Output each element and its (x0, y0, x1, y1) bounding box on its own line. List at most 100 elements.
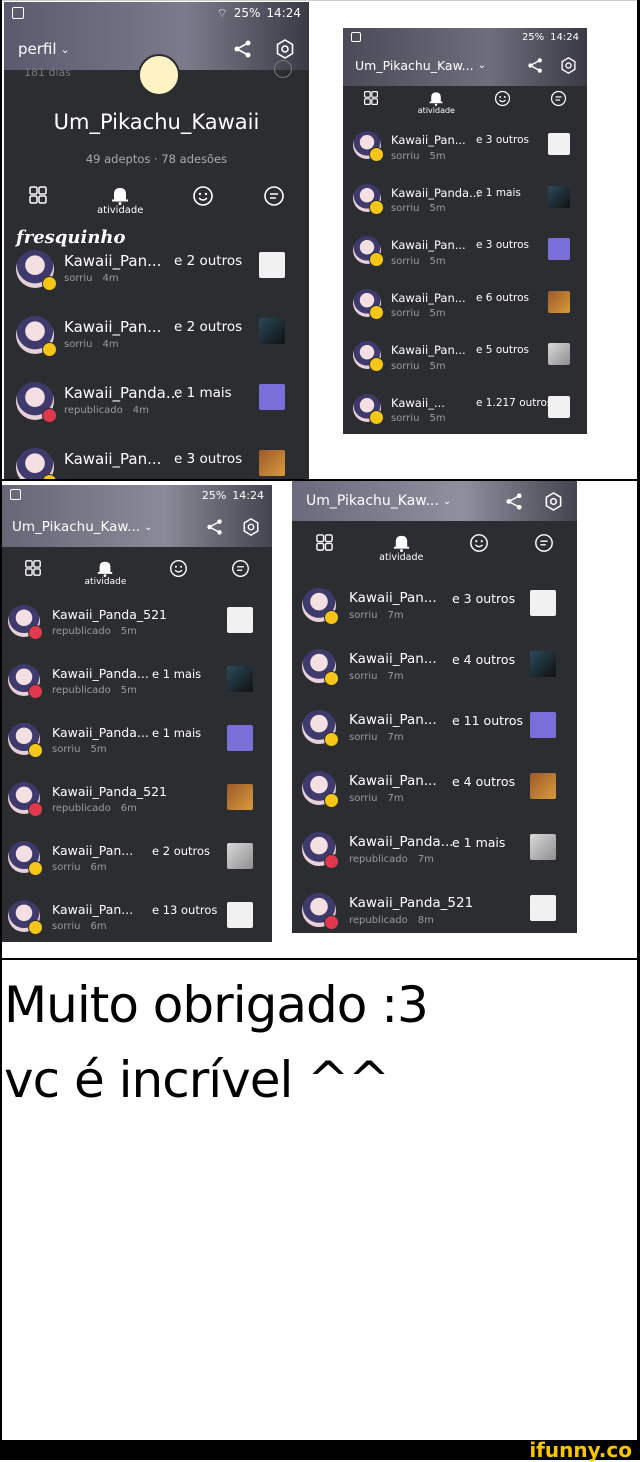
post-thumbnail[interactable] (548, 290, 570, 313)
tab-posts[interactable] (28, 185, 48, 205)
notification-username[interactable]: Kawaii_Panda_521 (349, 895, 473, 911)
post-thumbnail[interactable] (227, 902, 253, 928)
notification-row[interactable]: Kawaii_Pan... e 2 outros sorriu 4m (4, 316, 309, 372)
notification-username[interactable]: Kawaii_Panda... (52, 666, 149, 681)
notification-username[interactable]: Kawaii_Pan... (349, 651, 437, 667)
notification-row[interactable]: Kawaii_Panda... e 1 mais republicado 4m (4, 382, 309, 438)
tab-chats[interactable] (231, 559, 250, 578)
notification-username[interactable]: Kawaii_Pan... (349, 773, 437, 789)
tab-chats[interactable] (534, 533, 554, 553)
notification-row[interactable]: Kawaii_Pan... e 4 outros sorriu 7m (292, 771, 577, 827)
notification-row[interactable]: Kawaii_Panda... e 1 mais republicado 5m (2, 664, 272, 720)
chevron-down-icon[interactable]: ⌄ (478, 60, 486, 71)
notification-username[interactable]: Kawaii_Pan... (52, 902, 133, 917)
notification-username[interactable]: Kawaii_Pan... (391, 133, 466, 147)
notification-username[interactable]: Kawaii_Pan... (391, 343, 466, 357)
header-title[interactable]: Um_Pikachu_Kaw... (12, 519, 140, 535)
notification-username[interactable]: Kawaii_Pan... (349, 712, 437, 728)
notification-row[interactable]: Kawaii_Panda... e 1 mais sorriu 5m (343, 183, 587, 240)
post-thumbnail[interactable] (530, 834, 556, 860)
profile-avatar[interactable] (138, 54, 180, 96)
post-thumbnail[interactable] (227, 843, 253, 869)
notification-username[interactable]: Kawaii_Panda_521 (52, 607, 167, 622)
share-icon[interactable] (206, 518, 224, 536)
post-thumbnail[interactable] (227, 784, 253, 810)
joined-count[interactable]: 78 adesões (161, 152, 227, 166)
info-icon[interactable] (274, 60, 292, 78)
notification-username[interactable]: Kawaii_Panda... (349, 834, 454, 850)
post-thumbnail[interactable] (259, 318, 285, 344)
gear-icon[interactable] (544, 491, 563, 511)
chevron-down-icon[interactable]: ⌄ (144, 522, 152, 533)
tab-chats[interactable] (550, 90, 567, 107)
header-title[interactable]: Um_Pikachu_Kaw... (355, 58, 474, 73)
tab-reactions[interactable] (494, 90, 511, 107)
notification-username[interactable]: Kawaii_Pan... (391, 291, 466, 305)
notification-row[interactable]: Kawaii_Pan... e 5 outros sorriu 5m (343, 341, 587, 397)
tab-activity[interactable]: atividade (418, 90, 455, 115)
post-thumbnail[interactable] (530, 590, 556, 616)
followers-count[interactable]: 49 adeptos (86, 152, 151, 166)
post-thumbnail[interactable] (530, 895, 556, 921)
notification-username[interactable]: Kawaii_... (391, 396, 445, 410)
notification-username[interactable]: Kawaii_Pan... (64, 318, 161, 336)
share-icon[interactable] (527, 57, 544, 74)
notification-username[interactable]: Kawaii_Pan... (391, 238, 466, 252)
notification-row[interactable]: Kawaii_Pan... e 13 outros sorriu 6m (2, 900, 272, 942)
notification-username[interactable]: Kawaii_Pan... (52, 843, 133, 858)
post-thumbnail[interactable] (548, 185, 570, 208)
post-thumbnail[interactable] (530, 712, 556, 738)
tab-reactions[interactable] (192, 185, 214, 207)
chevron-down-icon[interactable]: ⌄ (443, 496, 451, 507)
header-title[interactable]: Um_Pikachu_Kaw... (306, 493, 439, 509)
tab-chats[interactable] (263, 185, 285, 207)
gear-icon[interactable] (560, 56, 577, 74)
post-thumbnail[interactable] (259, 252, 285, 278)
notification-row[interactable]: Kawaii_Pan... e 6 outros sorriu 5m (343, 288, 587, 345)
notification-username[interactable]: Kawaii_Panda... (64, 384, 180, 402)
notification-row[interactable]: Kawaii_Pan... e 3 outros sorriu 5m (343, 131, 587, 187)
notification-row[interactable]: Kawaii_Panda... e 1 mais sorriu 5m (2, 723, 272, 779)
header-title[interactable]: perfil (18, 40, 57, 58)
post-thumbnail[interactable] (227, 725, 253, 751)
notification-username[interactable]: Kawaii_Panda... (52, 725, 149, 740)
post-thumbnail[interactable] (548, 395, 570, 418)
gear-icon[interactable] (242, 518, 260, 536)
notification-row[interactable]: Kawaii_Pan... e 4 outros sorriu 7m (292, 649, 577, 705)
tab-activity[interactable]: atividade (379, 533, 423, 563)
post-thumbnail[interactable] (259, 450, 285, 476)
post-thumbnail[interactable] (548, 238, 570, 260)
notification-row[interactable]: Kawaii_Panda_521 republicado 8m (292, 893, 577, 933)
notification-row[interactable]: Kawaii_Pan... e 3 outros (4, 448, 309, 479)
notification-row[interactable]: Kawaii_Pan... e 3 outros sorriu 5m (343, 236, 587, 292)
post-thumbnail[interactable] (548, 133, 570, 155)
notification-row[interactable]: Kawaii_Pan... e 3 outros sorriu 7m (292, 588, 577, 644)
notification-username[interactable]: Kawaii_Pan... (64, 252, 161, 270)
gear-icon[interactable] (275, 39, 295, 59)
notification-row[interactable]: Kawaii_... e 1.217 outros sorriu 5m (343, 393, 587, 435)
notification-username[interactable]: Kawaii_Pan... (64, 450, 161, 468)
tab-posts[interactable] (315, 533, 334, 552)
notification-row[interactable]: Kawaii_Pan... e 2 outros sorriu 4m (4, 250, 309, 306)
post-thumbnail[interactable] (530, 773, 556, 799)
tab-reactions[interactable] (469, 533, 489, 553)
post-thumbnail[interactable] (227, 666, 253, 692)
notification-username[interactable]: Kawaii_Pan... (349, 590, 437, 606)
notification-row[interactable]: Kawaii_Pan... e 11 outros sorriu 7m (292, 710, 577, 766)
tab-posts[interactable] (24, 559, 42, 577)
notification-row[interactable]: Kawaii_Panda... e 1 mais republicado 7m (292, 832, 577, 888)
notification-username[interactable]: Kawaii_Panda_521 (52, 784, 167, 799)
notification-row[interactable]: Kawaii_Pan... e 2 outros sorriu 6m (2, 841, 272, 897)
post-thumbnail[interactable] (259, 384, 285, 410)
notification-row[interactable]: Kawaii_Panda_521 republicado 5m (2, 605, 272, 661)
tab-activity[interactable]: atividade (85, 559, 126, 587)
post-thumbnail[interactable] (548, 343, 570, 365)
tab-posts[interactable] (363, 90, 379, 106)
share-icon[interactable] (233, 39, 253, 59)
tab-reactions[interactable] (169, 559, 188, 578)
share-icon[interactable] (505, 492, 524, 511)
notification-username[interactable]: Kawaii_Panda... (391, 186, 480, 200)
chevron-down-icon[interactable]: ⌄ (61, 43, 70, 56)
post-thumbnail[interactable] (227, 607, 253, 633)
post-thumbnail[interactable] (530, 651, 556, 677)
